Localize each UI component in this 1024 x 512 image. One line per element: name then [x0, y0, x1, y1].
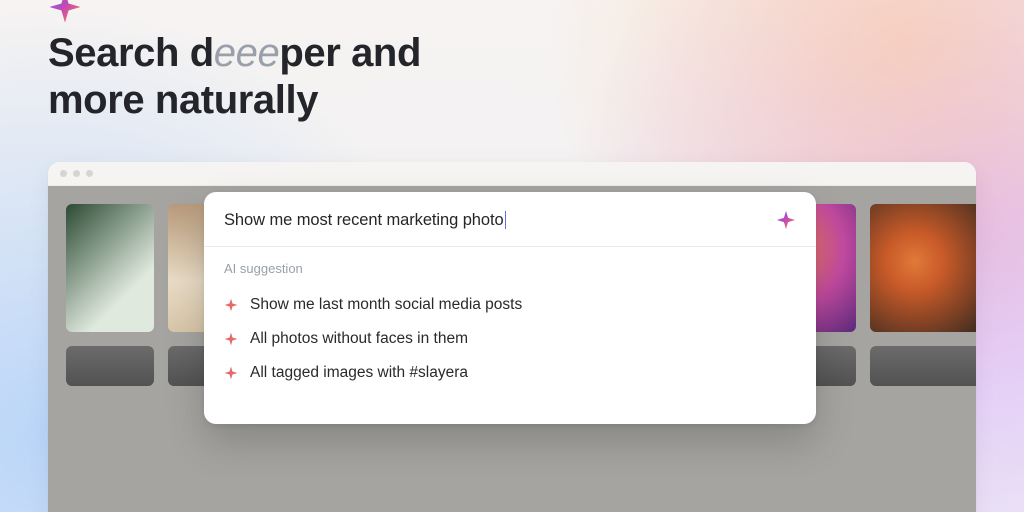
sparkle-icon[interactable] [776, 210, 796, 230]
thumbnail[interactable] [870, 204, 976, 332]
suggestion-text: Show me last month social media posts [250, 296, 522, 314]
suggestion-header: AI suggestion [224, 261, 796, 276]
window-dot [60, 170, 67, 177]
suggestion-text: All photos without faces in them [250, 330, 468, 348]
search-input[interactable]: Show me most recent marketing photo [224, 211, 506, 230]
browser-window: Show me most recent marketing photo [48, 162, 976, 512]
suggestion-item[interactable]: All photos without faces in them [224, 322, 796, 356]
suggestion-item[interactable]: All tagged images with #slayera [224, 356, 796, 390]
headline-part1: Search d [48, 31, 214, 75]
window-dot [73, 170, 80, 177]
sparkle-logo-icon [48, 0, 82, 24]
sparkle-icon [224, 332, 238, 346]
headline-part2: per and [279, 31, 421, 75]
search-dropdown-panel: Show me most recent marketing photo [204, 192, 816, 424]
hero-headline: Search deeeper and more naturally [48, 30, 421, 124]
window-dot [86, 170, 93, 177]
thumbnail[interactable] [870, 346, 976, 386]
headline-line2: more naturally [48, 78, 318, 122]
search-input-row[interactable]: Show me most recent marketing photo [204, 192, 816, 247]
suggestion-text: All tagged images with #slayera [250, 364, 468, 382]
hero-stage: Search deeeper and more naturally [0, 0, 1024, 512]
thumbnail[interactable] [66, 346, 154, 386]
browser-titlebar [48, 162, 976, 186]
headline-fade: eee [214, 31, 280, 75]
text-caret [505, 211, 506, 229]
thumbnail[interactable] [66, 204, 154, 332]
search-query-text: Show me most recent marketing photo [224, 211, 504, 230]
sparkle-icon [224, 366, 238, 380]
suggestion-list: AI suggestion Show me last month social … [204, 247, 816, 408]
browser-viewport: Show me most recent marketing photo [48, 186, 976, 512]
sparkle-icon [224, 298, 238, 312]
suggestion-item[interactable]: Show me last month social media posts [224, 288, 796, 322]
